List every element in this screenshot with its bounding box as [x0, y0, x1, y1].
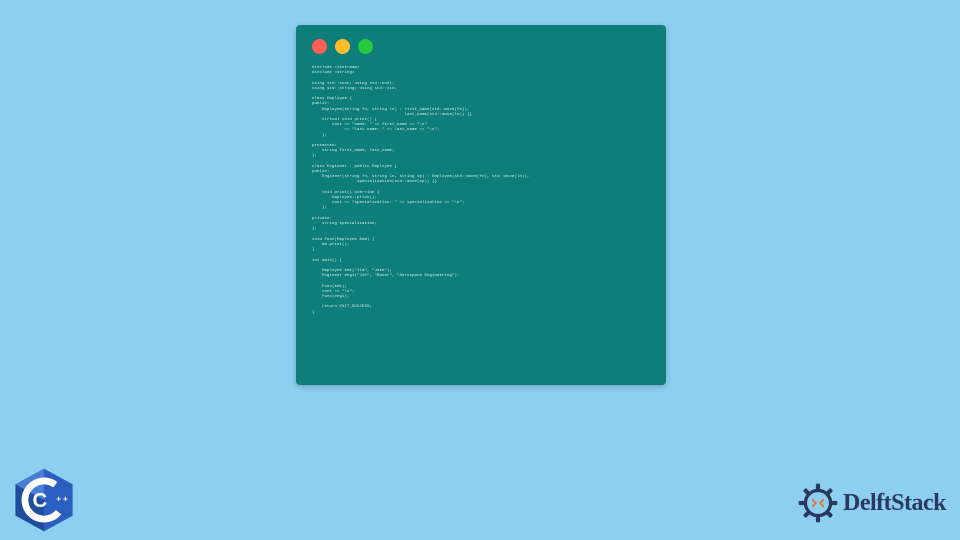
minimize-dot-icon[interactable]: [335, 39, 350, 54]
cpp-logo-icon: C + +: [10, 466, 78, 534]
svg-text:C: C: [33, 490, 48, 512]
delftstack-logo: DelftStack: [797, 482, 946, 524]
code-window: #include <iostream> #include <string> us…: [296, 25, 666, 385]
maximize-dot-icon[interactable]: [358, 39, 373, 54]
delftstack-label: DelftStack: [843, 490, 946, 517]
svg-text:+: +: [56, 494, 61, 503]
close-dot-icon[interactable]: [312, 39, 327, 54]
code-content: #include <iostream> #include <string> us…: [312, 66, 650, 316]
delftstack-gear-icon: [797, 482, 839, 524]
window-controls: [312, 39, 650, 54]
svg-text:+: +: [63, 494, 68, 503]
